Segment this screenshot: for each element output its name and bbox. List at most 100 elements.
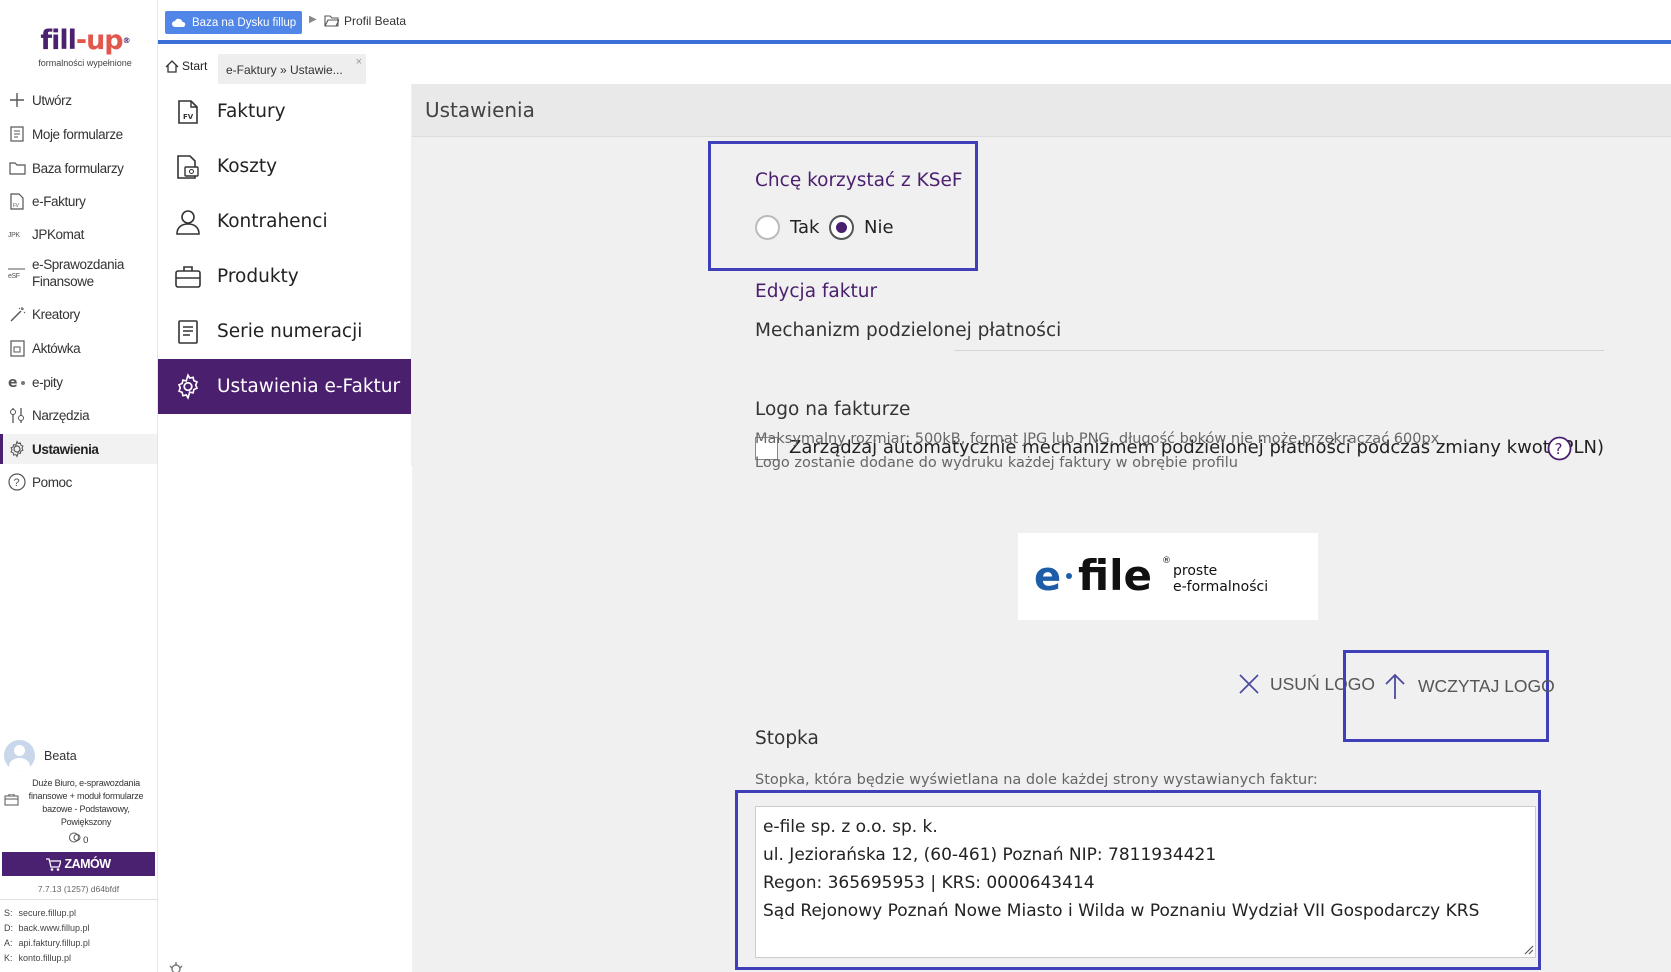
- cloud-icon: [172, 18, 186, 27]
- svg-text:?: ?: [1555, 440, 1563, 458]
- plan-row: Duże Biuro, e-sprawozdania finansowe + m…: [0, 777, 157, 829]
- nav-item-e-faktury[interactable]: FV e-Faktury: [0, 190, 157, 212]
- settings-corner-icon[interactable]: [166, 958, 186, 972]
- user-panel: Beata Duże Biuro, e-sprawozdania finanso…: [0, 740, 157, 966]
- nav-item-label: JPKomat: [32, 226, 84, 242]
- submenu-ustawienia-e-faktur[interactable]: Ustawienia e-Faktur: [158, 359, 411, 414]
- svg-text:e: e: [8, 375, 17, 389]
- submenu-produkty[interactable]: Produkty: [158, 249, 411, 304]
- nav-item-label: e-Sprawozdania: [32, 257, 124, 272]
- nav-item-label: Narzędzia: [32, 407, 90, 423]
- nav-item-aktowka[interactable]: Aktówka: [0, 337, 157, 359]
- nav-item-baza-formularzy[interactable]: Baza formularzy: [0, 157, 157, 179]
- svg-text:FV: FV: [183, 113, 194, 121]
- edit-heading: Edycja faktur: [755, 281, 878, 302]
- settings-form: Chcę korzystać z KSeF Tak Nie Edycja fak…: [412, 138, 1671, 972]
- e-faktury-submenu: FV Faktury Koszty Kontrahenci Produkty S…: [158, 84, 412, 466]
- nav-item-kreatory[interactable]: Kreatory: [0, 303, 157, 325]
- server-row: D: back.www.fillup.pl: [4, 923, 90, 933]
- footer-heading: Stopka: [755, 728, 819, 749]
- split-heading: Mechanizm podzielonej płatności: [755, 320, 1062, 341]
- server-row: S: secure.fillup.pl: [4, 908, 77, 918]
- resize-grip-icon[interactable]: [1523, 944, 1534, 955]
- jpk-icon: JPK: [8, 225, 26, 243]
- list-icon: [175, 319, 201, 345]
- avatar: [4, 740, 35, 771]
- order-button[interactable]: ZAMÓW: [2, 852, 155, 876]
- document-icon: [8, 125, 26, 143]
- nav-item-narzedzia[interactable]: Narzędzia: [0, 404, 157, 426]
- nav-item-label: Aktówka: [32, 340, 81, 356]
- folder-open-icon: [324, 15, 339, 27]
- submenu-label: Faktury: [217, 101, 286, 122]
- submenu-serie-numeracji[interactable]: Serie numeracji: [158, 304, 411, 359]
- nav-item-utworz[interactable]: Utwórz: [0, 89, 157, 111]
- gear-icon: [175, 373, 201, 400]
- cart-icon: [46, 857, 62, 871]
- nav-item-e-sprawozdania[interactable]: eSF e-Sprawozdania Finansowe: [0, 255, 157, 291]
- fillup-logo[interactable]: fill-up® formalności wypełnione: [30, 26, 140, 69]
- submenu-kontrahenci[interactable]: Kontrahenci: [158, 194, 411, 249]
- svg-text:file: file: [1078, 551, 1152, 600]
- radio-circle: [755, 215, 780, 240]
- order-label: ZAMÓW: [64, 857, 111, 871]
- question-icon[interactable]: ?: [1547, 436, 1572, 461]
- logo-tagline: formalności wypełnione: [38, 58, 132, 68]
- tools-icon: [8, 406, 26, 424]
- epity-icon: e: [8, 373, 26, 391]
- app-version: 7.7.13 (1257) d64bfdf: [0, 884, 157, 900]
- upload-logo-button[interactable]: WCZYTAJ LOGO: [1384, 672, 1555, 700]
- divider: [954, 350, 1604, 351]
- nav-item-label: Baza formularzy: [32, 160, 124, 176]
- page-title: Ustawienia: [425, 98, 535, 122]
- submenu-faktury[interactable]: FV Faktury: [158, 84, 411, 139]
- radio-label: Nie: [864, 217, 894, 238]
- nav-item-pomoc[interactable]: ? Pomoc: [0, 471, 157, 493]
- svg-text:JPK: JPK: [8, 232, 20, 239]
- logo-heading: Logo na fakturze: [755, 399, 911, 420]
- server-list: S: secure.fillup.pl D: back.www.fillup.p…: [0, 900, 157, 966]
- app-sidebar: fill-up® formalności wypełnione Utwórz M…: [0, 0, 158, 972]
- svg-text:eSF: eSF: [8, 273, 20, 280]
- briefcase-icon: [8, 339, 26, 357]
- footer-textarea[interactable]: e-file sp. z o.o. sp. k. ul. Jeziorańska…: [755, 806, 1536, 958]
- submenu-koszty[interactable]: Koszty: [158, 139, 411, 194]
- coins-icon: [68, 832, 81, 843]
- nav-item-label-2: Finansowe: [32, 274, 94, 289]
- user-name: Beata: [44, 748, 77, 763]
- content-header: Ustawienia: [412, 84, 1671, 137]
- svg-text:®: ®: [1162, 556, 1171, 566]
- invoice-fv-icon: FV: [175, 99, 201, 125]
- nav-item-e-pity[interactable]: e e-pity: [0, 371, 157, 393]
- radio-circle: [829, 215, 854, 240]
- breadcrumb-separator-icon: ▶: [309, 14, 317, 25]
- costs-icon: [175, 154, 201, 180]
- footer-hint: Stopka, która będzie wyświetlana na dole…: [755, 772, 1318, 788]
- plan-text: Duże Biuro, e-sprawozdania finansowe + m…: [28, 778, 144, 827]
- nav-item-label: Pomoc: [32, 474, 73, 490]
- ksef-radio-no[interactable]: Nie: [829, 215, 894, 240]
- ksef-radio-yes[interactable]: Tak: [755, 215, 819, 240]
- person-icon: [175, 209, 201, 235]
- coins: 0: [0, 832, 157, 846]
- submenu-label: Ustawienia e-Faktur: [217, 376, 401, 397]
- svg-text:proste: proste: [1173, 563, 1217, 579]
- nav-item-label: e-Faktury: [32, 193, 86, 209]
- ksef-heading: Chcę korzystać z KSeF: [755, 170, 963, 191]
- help-icon: ?: [8, 473, 26, 491]
- nav-item-moje-formularze[interactable]: Moje formularze: [0, 123, 157, 145]
- submenu-label: Serie numeracji: [217, 321, 363, 342]
- breadcrumb-cloud-base[interactable]: Baza na Dysku fillup: [165, 11, 303, 34]
- close-icon[interactable]: ×: [356, 56, 362, 68]
- tab-e-faktury-settings[interactable]: e-Faktury » Ustawie... ×: [218, 54, 366, 84]
- highlight-ksef: [708, 141, 978, 271]
- breadcrumb-profile[interactable]: Profil Beata: [324, 14, 406, 28]
- user-row[interactable]: Beata: [0, 740, 157, 771]
- folder-icon: [8, 159, 26, 177]
- nav-item-label: Utwórz: [32, 92, 72, 108]
- home-icon: [165, 59, 179, 73]
- tab-start[interactable]: Start: [165, 59, 207, 73]
- upload-logo-label: WCZYTAJ LOGO: [1418, 675, 1555, 696]
- nav-item-ustawienia[interactable]: Ustawienia: [0, 434, 157, 464]
- nav-item-jpkomat[interactable]: JPK JPKomat: [0, 223, 157, 245]
